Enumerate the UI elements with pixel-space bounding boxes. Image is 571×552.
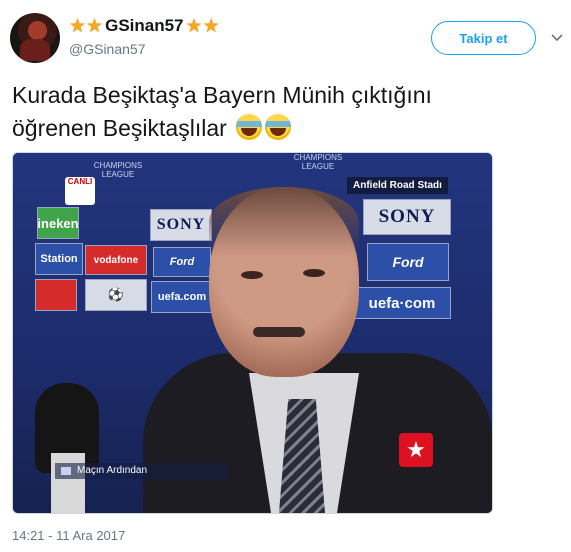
- sponsor-tile: uefa·com: [353, 287, 451, 319]
- face-with-tears-of-joy-emoji: [265, 114, 292, 140]
- star-icon: ★: [185, 15, 203, 37]
- sponsor-tile: Ford: [367, 243, 449, 281]
- sponsor-tile: ⚽: [85, 279, 147, 311]
- person-eye: [303, 269, 325, 277]
- follow-button[interactable]: Takip et: [431, 21, 536, 55]
- display-name[interactable]: GSinan57: [105, 16, 183, 36]
- star-icon: ★: [69, 15, 87, 37]
- chevron-down-icon[interactable]: [551, 31, 563, 43]
- sponsor-tile: Station: [35, 243, 83, 275]
- sponsor-tile: ineken: [37, 207, 79, 239]
- microphone-handle: [51, 453, 85, 513]
- league-logo-text: CHAMPIONS LEAGUE: [93, 161, 143, 179]
- sponsor-tile: [35, 279, 77, 311]
- user-name-row[interactable]: ★ ★ GSinan57 ★ ★: [69, 14, 220, 38]
- league-logo-text: CHAMPIONS LEAGUE: [293, 153, 343, 171]
- user-handle[interactable]: @GSinan57: [69, 41, 145, 57]
- tweet-text-line2-row: öğrenen Beşiktaşlılar: [12, 112, 557, 145]
- tweet-text-line2: öğrenen Beşiktaşlılar: [12, 115, 227, 141]
- avatar[interactable]: [10, 13, 60, 63]
- caption-bar: Maçın Ardından: [55, 463, 227, 479]
- location-label: Anfield Road Stadı: [347, 177, 448, 194]
- sponsor-tile: Ford: [153, 247, 211, 277]
- star-icon: ★: [202, 15, 220, 37]
- tweet-timestamp[interactable]: 14:21 - 11 Ara 2017: [12, 528, 125, 543]
- caption-text: Maçın Ardından: [77, 465, 148, 476]
- star-icon: ★: [86, 15, 104, 37]
- person-moustache: [253, 327, 305, 337]
- live-badge: CANLI: [65, 177, 95, 205]
- sponsor-tile: SONY: [150, 209, 212, 241]
- person-hair: [209, 187, 359, 257]
- live-badge-text: CANLI: [67, 177, 93, 186]
- face-with-tears-of-joy-emoji: [236, 114, 263, 140]
- person-eye: [241, 271, 263, 279]
- tweet-text: Kurada Beşiktaş'a Bayern Münih çıktığını…: [12, 79, 557, 145]
- sponsor-tile: SONY: [363, 199, 451, 235]
- sponsor-tile: uefa.com: [151, 281, 213, 313]
- tweet-text-line1: Kurada Beşiktaş'a Bayern Münih çıktığını: [12, 82, 432, 108]
- tweet-media-image[interactable]: CHAMPIONS LEAGUE CHAMPIONS LEAGUE CANLI …: [12, 152, 493, 514]
- channel-logo: ★: [399, 433, 433, 467]
- sponsor-tile: vodafone: [85, 245, 147, 275]
